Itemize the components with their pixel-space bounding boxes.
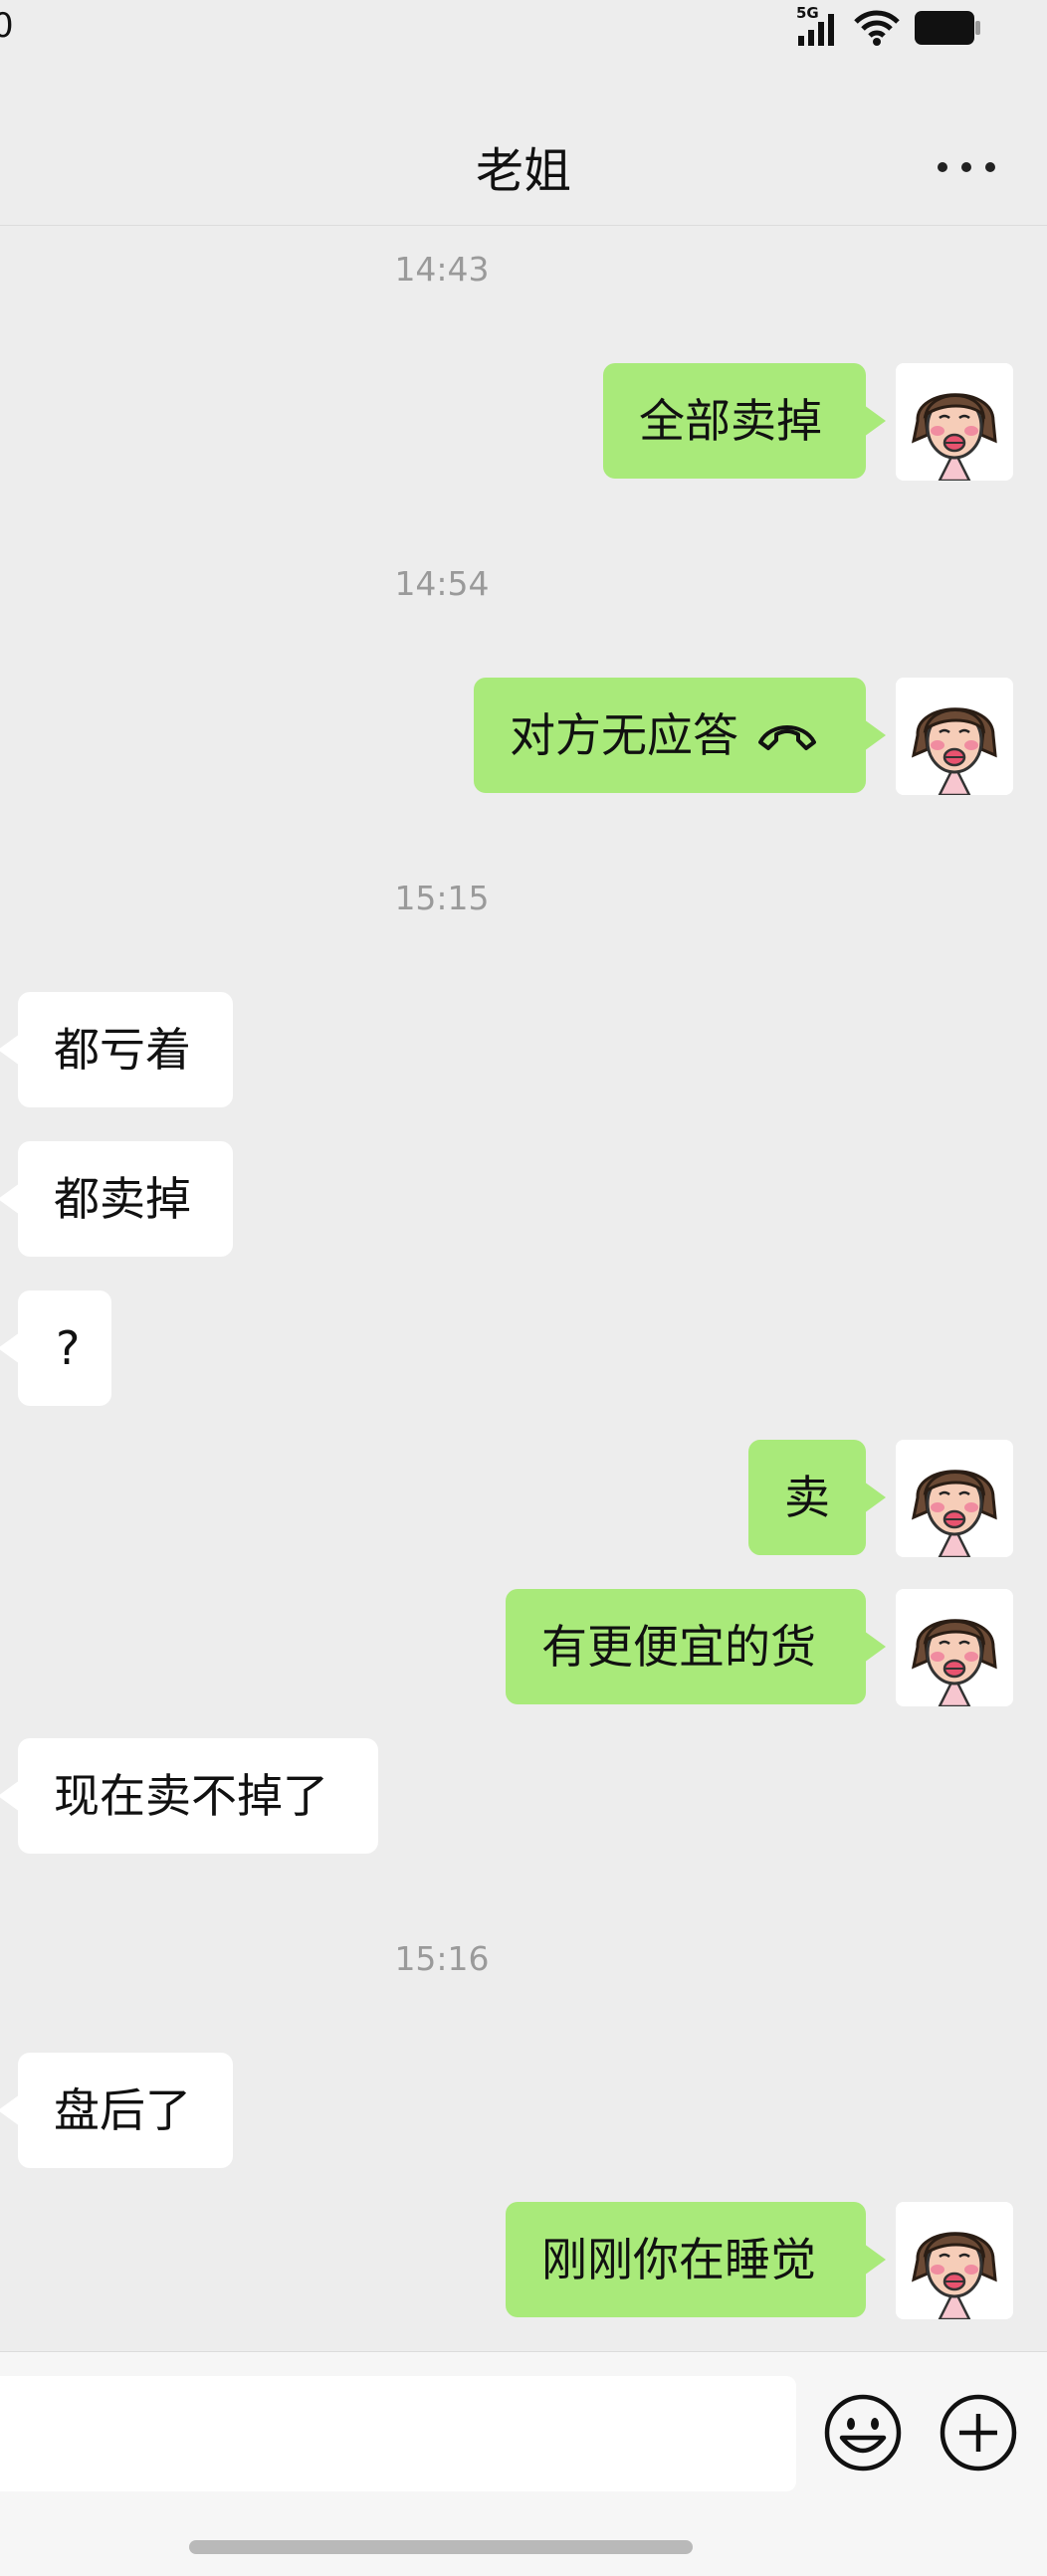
more-horizontal-icon[interactable] — [932, 139, 1001, 195]
timestamp: 15:15 — [394, 879, 490, 917]
status-time: 0 — [0, 6, 14, 46]
message-text: ? — [56, 1321, 81, 1375]
message-bubble[interactable]: 盘后了 — [0, 2053, 233, 2168]
status-bar: 0 5G — [0, 0, 1047, 56]
timestamp: 14:54 — [394, 564, 490, 603]
message-bubble[interactable]: 现在卖不掉了 — [0, 1738, 378, 1854]
message-bubble[interactable]: 都亏着 — [0, 992, 233, 1107]
message-bubble[interactable]: ? — [0, 1290, 111, 1406]
plus-circle-icon[interactable] — [938, 2392, 1019, 2474]
avatar[interactable] — [896, 678, 1013, 795]
message-input[interactable] — [0, 2376, 796, 2491]
message-bubble[interactable]: 对方无应答 — [474, 678, 886, 793]
message-bubble[interactable]: 有更便宜的货 — [506, 1589, 886, 1704]
avatar[interactable] — [896, 1589, 1013, 1706]
message-bubble[interactable]: 全部卖掉 — [603, 363, 886, 479]
message-text: 有更便宜的货 — [541, 1620, 816, 1674]
chat-header: 老姐 — [0, 105, 1047, 226]
wifi-icon — [854, 10, 900, 46]
message-text: 刚刚你在睡觉 — [541, 2233, 816, 2286]
message-text: 盘后了 — [54, 2083, 191, 2137]
message-text: 都亏着 — [54, 1023, 191, 1077]
message-text: 卖 — [784, 1471, 830, 1524]
avatar[interactable] — [896, 1440, 1013, 1557]
signal-icon — [798, 14, 834, 46]
message-bubble[interactable]: 卖 — [748, 1440, 886, 1555]
smiley-icon[interactable] — [822, 2392, 904, 2474]
message-bubble[interactable]: 都卖掉 — [0, 1141, 233, 1257]
avatar[interactable] — [896, 363, 1013, 481]
hang-up-icon — [758, 724, 816, 750]
timestamp: 15:16 — [394, 1939, 490, 1978]
battery-icon — [915, 11, 980, 45]
message-bubble[interactable]: 刚刚你在睡觉 — [506, 2202, 886, 2317]
timestamp: 14:43 — [394, 250, 490, 289]
message-text: 对方无应答 — [510, 708, 738, 762]
home-indicator — [189, 2540, 693, 2554]
message-text: 现在卖不掉了 — [54, 1769, 328, 1823]
message-text: 全部卖掉 — [639, 394, 822, 448]
message-text: 都卖掉 — [54, 1172, 191, 1226]
avatar[interactable] — [896, 2202, 1013, 2319]
input-bar — [0, 2351, 1047, 2576]
chat-title: 老姐 — [475, 143, 571, 199]
